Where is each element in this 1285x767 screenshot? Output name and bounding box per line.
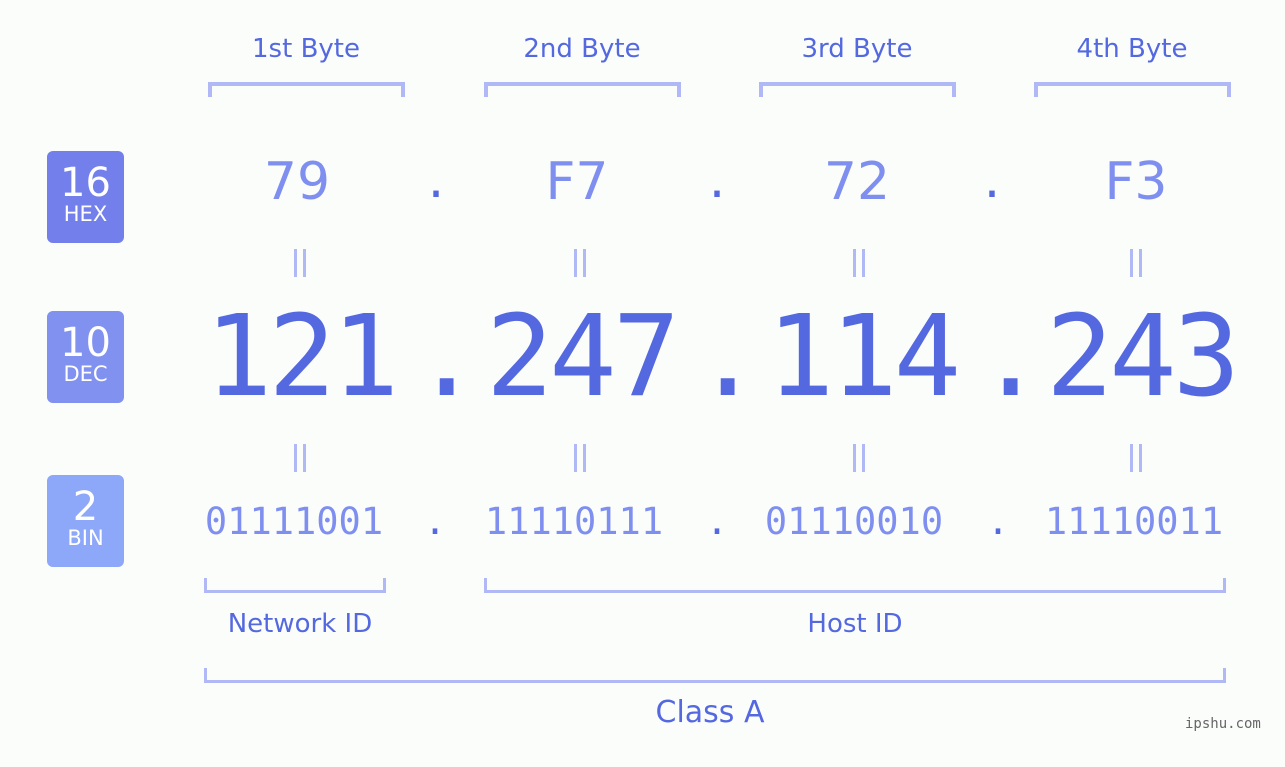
dec-byte-4: 243 (1045, 292, 1240, 422)
bin-badge: 2 BIN (47, 475, 124, 567)
equals-icon (839, 246, 879, 286)
bin-byte-4: 11110011 (1044, 500, 1224, 543)
hex-badge-number: 16 (60, 160, 111, 206)
host-id-bracket (484, 578, 1226, 593)
equals-icon (280, 441, 320, 481)
hex-separator: . (427, 150, 445, 210)
watermark: ipshu.com (1185, 716, 1261, 732)
hex-separator: . (708, 150, 726, 210)
bin-badge-label: BIN (67, 526, 104, 550)
dec-byte-2: 247 (485, 292, 680, 422)
dec-separator: . (977, 292, 1045, 422)
byte-bracket-1 (208, 82, 405, 97)
byte-bracket-2 (484, 82, 681, 97)
byte-header-3: 3rd Byte (801, 34, 913, 64)
hex-byte-3: 72 (823, 152, 891, 212)
bin-separator: . (986, 500, 1010, 543)
network-id-bracket (204, 578, 386, 593)
byte-bracket-3 (759, 82, 956, 97)
byte-header-1: 1st Byte (252, 34, 360, 64)
class-label: Class A (655, 695, 765, 730)
host-id-label: Host ID (807, 609, 903, 639)
equals-icon (1116, 441, 1156, 481)
bin-separator: . (423, 500, 447, 543)
bin-separator: . (705, 500, 729, 543)
equals-icon (560, 246, 600, 286)
bin-badge-number: 2 (72, 484, 99, 530)
dec-separator: . (694, 292, 762, 422)
byte-header-4: 4th Byte (1076, 34, 1188, 64)
bin-byte-3: 01110010 (764, 500, 944, 543)
dec-badge: 10 DEC (47, 311, 124, 403)
network-id-label: Network ID (227, 609, 373, 639)
hex-byte-1: 79 (263, 152, 331, 212)
dec-byte-3: 114 (766, 292, 961, 422)
equals-icon (560, 441, 600, 481)
bin-byte-2: 11110111 (484, 500, 664, 543)
dec-byte-1: 121 (204, 292, 399, 422)
equals-icon (1116, 246, 1156, 286)
dec-separator: . (413, 292, 481, 422)
hex-byte-4: F3 (1104, 152, 1168, 212)
byte-bracket-4 (1034, 82, 1231, 97)
hex-badge: 16 HEX (47, 151, 124, 243)
equals-icon (280, 246, 320, 286)
equals-icon (839, 441, 879, 481)
hex-badge-label: HEX (63, 202, 108, 226)
dec-badge-label: DEC (63, 362, 108, 386)
class-bracket (204, 668, 1226, 683)
bin-byte-1: 01111001 (204, 500, 384, 543)
byte-header-2: 2nd Byte (523, 34, 641, 64)
dec-badge-number: 10 (60, 320, 111, 366)
hex-separator: . (983, 150, 1001, 210)
hex-byte-2: F7 (545, 152, 609, 212)
